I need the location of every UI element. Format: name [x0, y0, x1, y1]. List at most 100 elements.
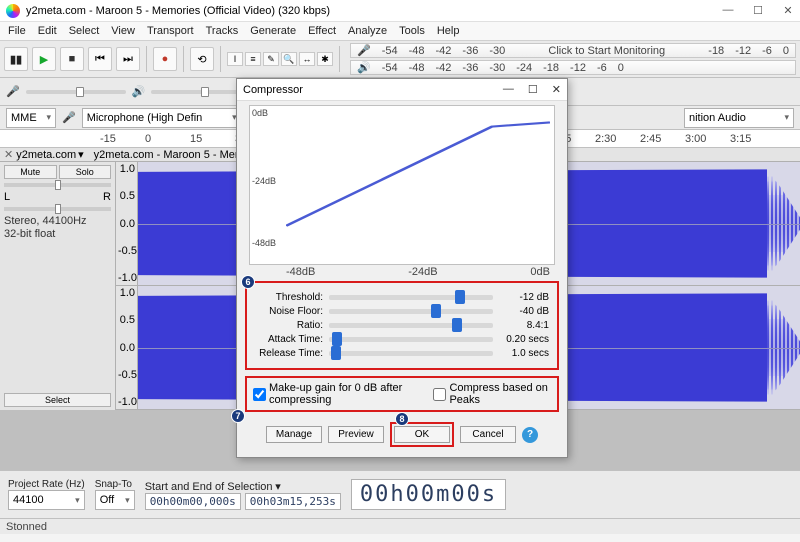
dialog-title: Compressor — [243, 84, 303, 96]
track-control-panel: Mute Solo LR Stereo, 44100Hz 32-bit floa… — [0, 162, 116, 410]
menu-help[interactable]: Help — [437, 25, 460, 37]
app-logo-icon — [6, 4, 20, 18]
draw-tool-icon[interactable]: ✎ — [263, 52, 279, 66]
transport-toolbar: ▮▮ ▶ ■ ⏮ ⏭ ● ⟲ I ≡ ✎ 🔍 ↔ ✱ 🎤 -54 -48 -42… — [0, 40, 800, 78]
audio-position-display[interactable]: 00h00m00s — [351, 479, 506, 510]
recording-volume-slider[interactable] — [26, 90, 126, 94]
menu-file[interactable]: File — [8, 25, 26, 37]
mic-meter-icon: 🎤 — [357, 44, 371, 57]
param-value: -12 dB — [499, 292, 549, 303]
status-bar: Stonned — [0, 518, 800, 534]
skip-start-button[interactable]: ⏮ — [88, 47, 112, 71]
menu-tools[interactable]: Tools — [399, 25, 425, 37]
param-slider[interactable] — [329, 351, 493, 356]
pause-button[interactable]: ▮▮ — [4, 47, 28, 71]
chevron-down-icon[interactable]: ▾ — [78, 148, 84, 161]
param-row-1: Noise Floor: -40 dB — [255, 306, 549, 317]
menu-transport[interactable]: Transport — [147, 25, 194, 37]
compress-peaks-checkbox[interactable]: Compress based on Peaks — [433, 382, 551, 406]
param-slider[interactable] — [329, 323, 493, 328]
cancel-button[interactable]: Cancel — [460, 426, 516, 443]
playback-device-select[interactable]: nition Audio — [684, 108, 794, 128]
menu-analyze[interactable]: Analyze — [348, 25, 387, 37]
compressor-params-group: Threshold: -12 dB Noise Floor: -40 dB Ratio:… — [245, 281, 559, 370]
dialog-titlebar[interactable]: Compressor — ☐ ✕ — [237, 79, 567, 101]
recording-device-select[interactable]: Microphone (High Defin — [82, 108, 242, 128]
selection-end-field[interactable]: 00h03m15,253s — [245, 493, 341, 510]
dialog-maximize-button[interactable]: ☐ — [528, 83, 538, 96]
window-title: y2meta.com - Maroon 5 - Memories (Offici… — [26, 5, 330, 17]
stop-button[interactable]: ■ — [60, 47, 84, 71]
pan-slider[interactable] — [4, 207, 111, 211]
menu-effect[interactable]: Effect — [308, 25, 336, 37]
annotation-badge-7: 7 — [231, 409, 245, 423]
chevron-down-icon[interactable]: ▾ — [275, 481, 281, 493]
param-row-0: Threshold: -12 dB — [255, 292, 549, 303]
play-button[interactable]: ▶ — [32, 47, 56, 71]
param-label: Threshold: — [255, 292, 323, 303]
param-slider[interactable] — [329, 295, 493, 300]
close-track-icon[interactable]: ✕ — [4, 148, 13, 161]
selection-tool-icon[interactable]: I — [227, 52, 243, 66]
zoom-tool-icon[interactable]: 🔍 — [281, 52, 297, 66]
menu-tracks[interactable]: Tracks — [206, 25, 239, 37]
param-row-4: Release Time:1.0 secs — [255, 348, 549, 359]
menu-edit[interactable]: Edit — [38, 25, 57, 37]
selection-toolbar: Project Rate (Hz) 44100 Snap-To Off Star… — [0, 470, 800, 518]
annotation-badge-8: 8 — [395, 412, 409, 426]
menu-select[interactable]: Select — [69, 25, 100, 37]
solo-button[interactable]: Solo — [59, 165, 112, 179]
mute-button[interactable]: Mute — [4, 165, 57, 179]
maximize-button[interactable]: ☐ — [752, 4, 764, 17]
menu-generate[interactable]: Generate — [250, 25, 296, 37]
param-label: Ratio: — [255, 320, 323, 331]
snap-to-select[interactable]: Off — [95, 490, 135, 510]
menu-bar: File Edit Select View Transport Tracks G… — [0, 22, 800, 40]
preview-button[interactable]: Preview — [328, 426, 384, 443]
close-button[interactable]: ✕ — [782, 4, 794, 17]
gain-slider[interactable] — [4, 183, 111, 187]
manage-button[interactable]: Manage — [266, 426, 322, 443]
param-label: Noise Floor: — [255, 306, 323, 317]
param-label: Attack Time: — [255, 334, 323, 345]
param-row-2: Ratio: 8.4:1 — [255, 320, 549, 331]
param-row-3: Attack Time: 0.20 secs — [255, 334, 549, 345]
param-value: 8.4:1 — [499, 320, 549, 331]
compressor-graph: 0dB -24dB -48dB -48dB -24dB 0dB — [249, 105, 555, 265]
multi-tool-icon[interactable]: ✱ — [317, 52, 333, 66]
speaker-icon: 🔊 — [132, 85, 146, 98]
skip-end-button[interactable]: ⏭ — [116, 47, 140, 71]
param-value: 0.20 secs — [499, 334, 549, 345]
menu-view[interactable]: View — [111, 25, 135, 37]
mic-device-icon: 🎤 — [62, 111, 76, 124]
playback-meter[interactable]: 🔊 -54 -48 -42 -36 -30 -24 -18 -12 -6 0 — [350, 60, 796, 75]
makeup-gain-checkbox[interactable]: Make-up gain for 0 dB after compressing — [253, 382, 423, 406]
host-api-select[interactable]: MME — [6, 108, 56, 128]
speaker-meter-icon: 🔊 — [357, 61, 371, 74]
project-rate-select[interactable]: 44100 — [8, 490, 85, 510]
param-slider[interactable] — [329, 337, 493, 342]
param-slider[interactable] — [329, 309, 493, 314]
selection-start-field[interactable]: 00h00m00,000s — [145, 493, 241, 510]
track-format: Stereo, 44100Hz 32-bit float — [4, 215, 111, 241]
selection-label: Start and End of Selection — [145, 481, 273, 493]
timeshift-tool-icon[interactable]: ↔ — [299, 52, 315, 66]
compressor-dialog: Compressor — ☐ ✕ 0dB -24dB -48dB -48dB -… — [236, 78, 568, 458]
ok-button[interactable]: OK — [394, 426, 450, 443]
track-select-button[interactable]: Select — [4, 393, 111, 407]
dialog-button-row: Manage Preview 8 OK Cancel ? — [237, 416, 567, 457]
recording-meter[interactable]: 🎤 -54 -48 -42 -36 -30 Click to Start Mon… — [350, 43, 796, 58]
minimize-button[interactable]: — — [722, 4, 734, 17]
compressor-options-group: Make-up gain for 0 dB after compressing … — [245, 376, 559, 412]
help-icon[interactable]: ? — [522, 427, 538, 443]
annotation-badge-6: 6 — [241, 275, 255, 289]
dialog-close-button[interactable]: ✕ — [552, 83, 561, 96]
param-value: -40 dB — [499, 306, 549, 317]
edit-tools: I ≡ ✎ 🔍 ↔ ✱ — [227, 52, 333, 66]
param-value: 1.0 secs — [499, 348, 549, 359]
snap-to-label: Snap-To — [95, 479, 135, 490]
dialog-minimize-button[interactable]: — — [503, 83, 514, 96]
envelope-tool-icon[interactable]: ≡ — [245, 52, 261, 66]
record-button[interactable]: ● — [153, 47, 177, 71]
loop-button[interactable]: ⟲ — [190, 47, 214, 71]
